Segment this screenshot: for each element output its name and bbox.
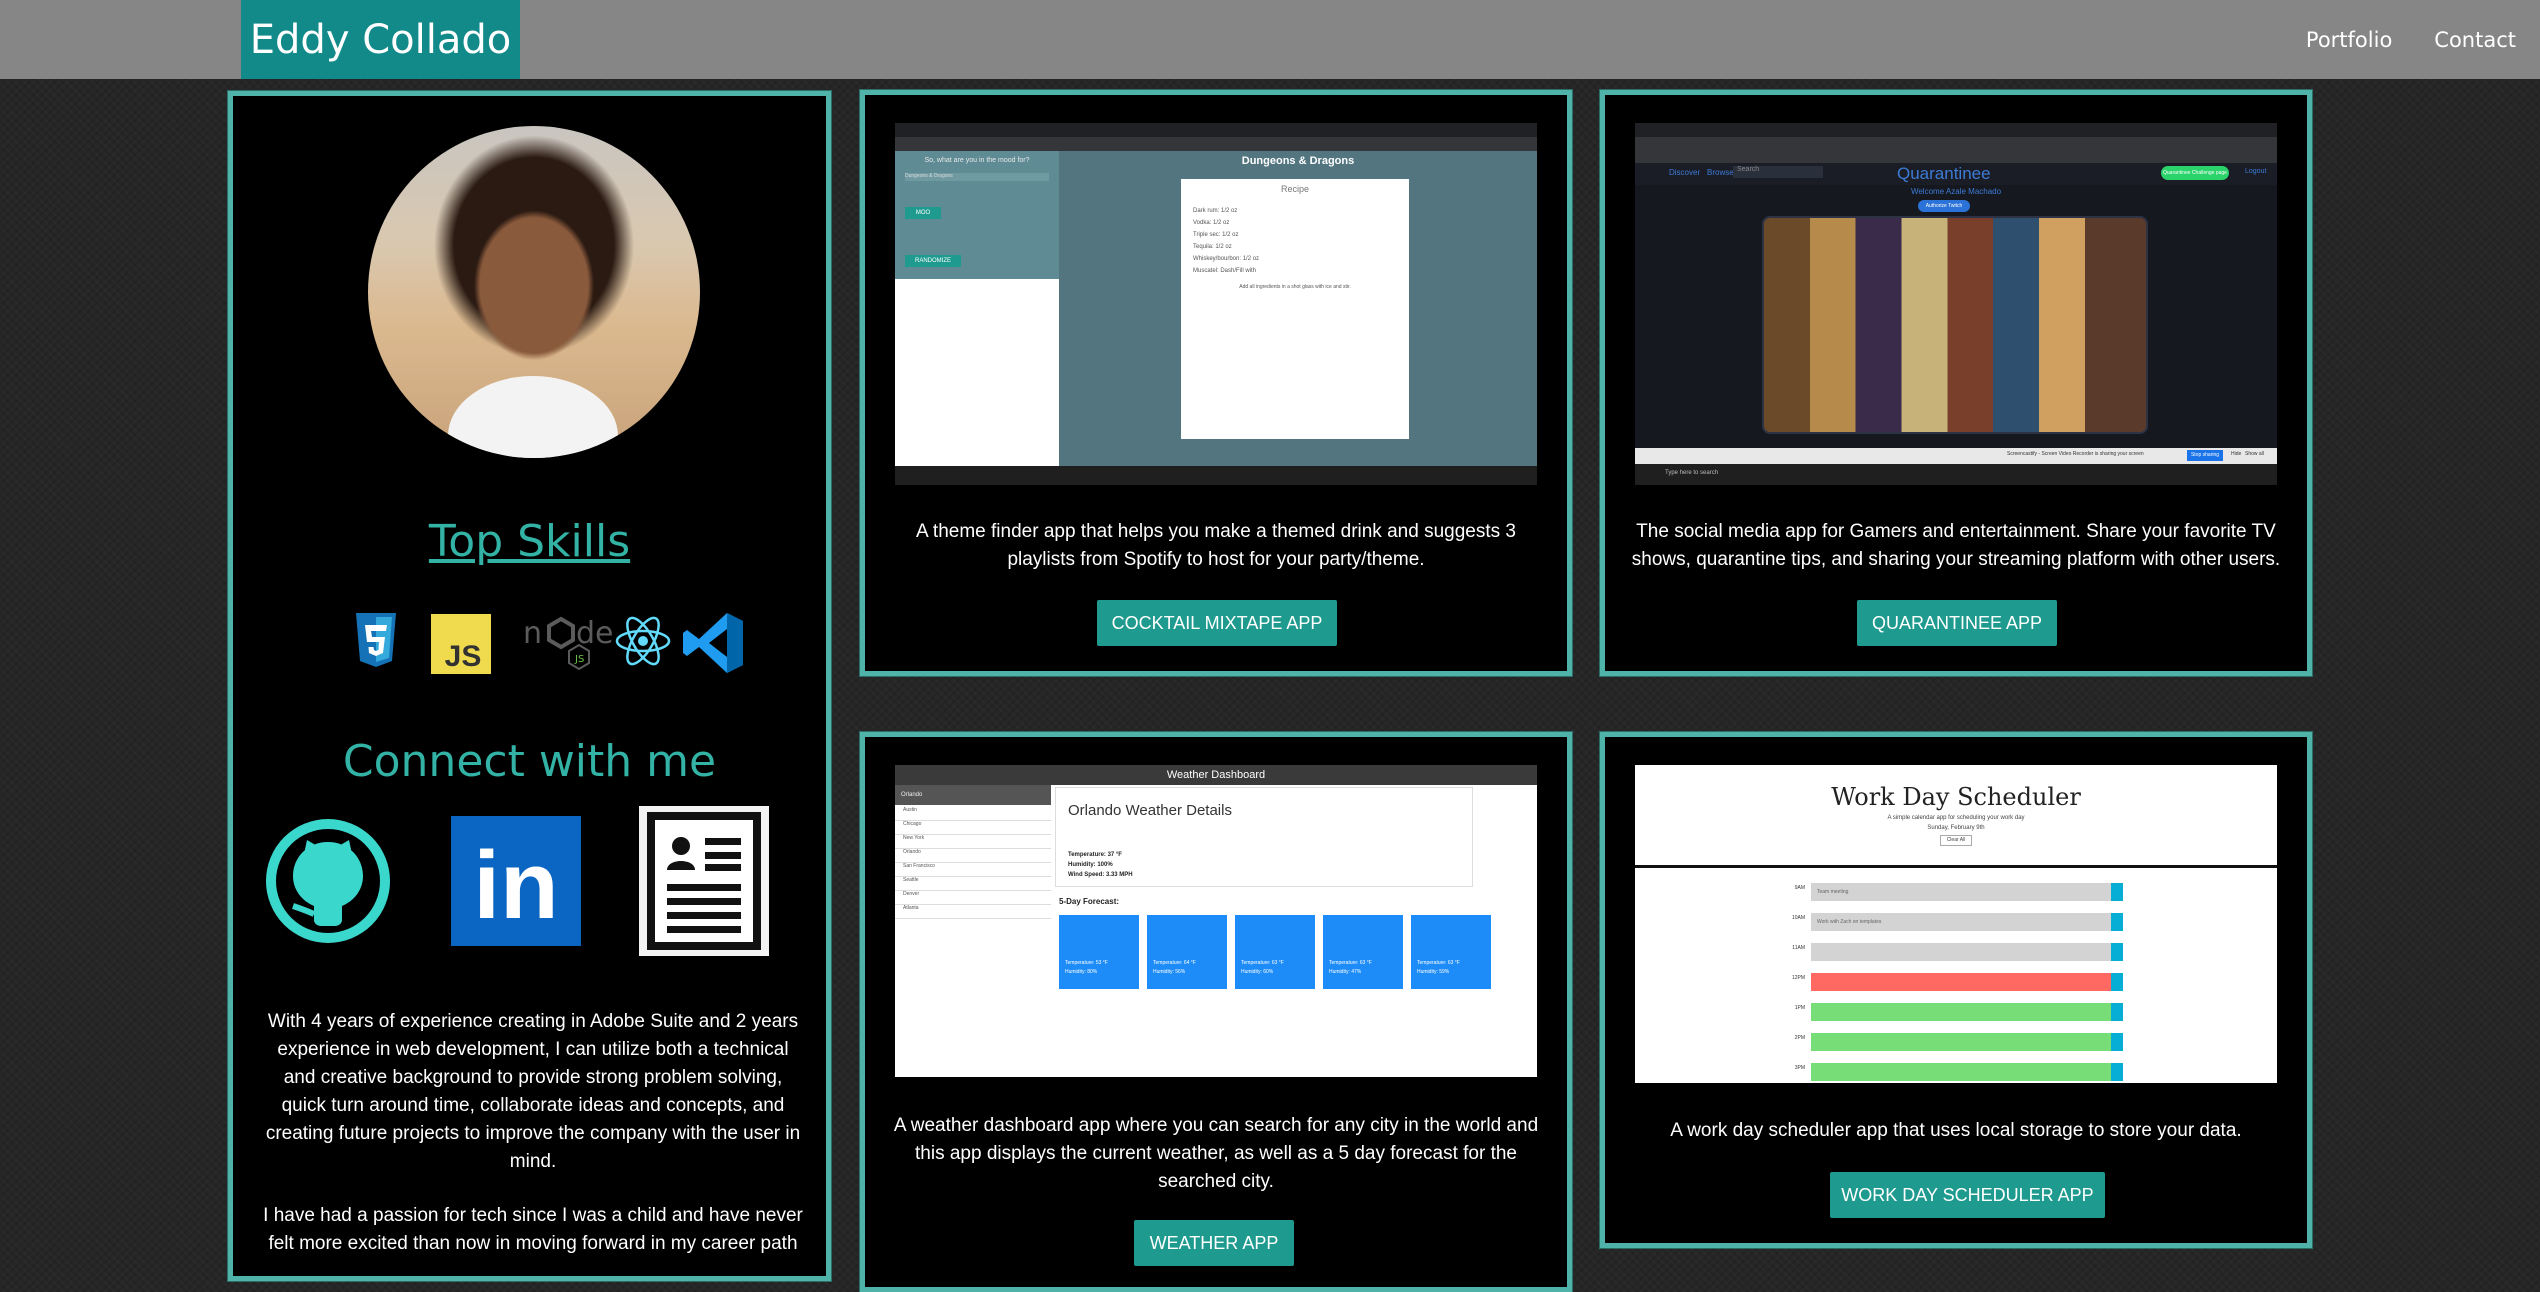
save-button[interactable] [2111, 973, 2123, 991]
bio-paragraph: I have had a passion for tech since I wa… [263, 1205, 803, 1254]
project-description: A work day scheduler app that uses local… [1670, 1120, 2242, 1141]
scheduler-row: 12PM [1785, 973, 2125, 991]
avatar-shirt [448, 376, 618, 458]
screenshot-app-title: Dungeons & Dragons [1241, 155, 1355, 167]
bio-paragraph: With 4 years of experience creating in A… [265, 1011, 801, 1172]
scheduler-hour: 12PM [1791, 975, 1805, 981]
scheduler-row: 9AM Team meeting [1785, 883, 2125, 901]
project-description: A theme finder app that helps you make a… [916, 521, 1516, 570]
quarantinee-app-button[interactable]: Quarantinee App [1857, 600, 2057, 646]
save-button[interactable] [2111, 1063, 2123, 1081]
forecast-card: Temperature: 53 °F Humidity: 80% [1059, 915, 1139, 989]
project-card-weather: Weather Dashboard Orlando Austin Chicago… [860, 732, 1572, 1292]
vscode-icon [683, 613, 743, 673]
resume-icon[interactable] [639, 806, 769, 956]
project-screenshot[interactable]: Weather Dashboard Orlando Austin Chicago… [895, 765, 1537, 1077]
save-button[interactable] [2111, 1003, 2123, 1021]
scheduler-input[interactable] [1811, 1063, 2111, 1081]
save-button[interactable] [2111, 883, 2123, 901]
scheduler-input[interactable] [1811, 973, 2111, 991]
scheduler-input[interactable] [1811, 943, 2111, 961]
navbar: Eddy Collado Portfolio Contact [0, 0, 2540, 79]
cocktail-mixtape-app-button[interactable]: Cocktail Mixtape App [1097, 600, 1337, 646]
svg-text:JS: JS [574, 654, 584, 665]
avatar [368, 126, 700, 458]
scheduler-hour: 1PM [1794, 1005, 1805, 1011]
scheduler-input[interactable]: Work with Zach on templates [1811, 913, 2111, 931]
javascript-label: JS [445, 640, 482, 673]
project-screenshot[interactable]: Work Day Scheduler A simple calendar app… [1635, 765, 2277, 1083]
nodejs-icon: n de JS [523, 616, 613, 671]
scheduler-input[interactable] [1811, 1033, 2111, 1051]
brand-logo[interactable]: Eddy Collado [241, 0, 520, 79]
work-day-scheduler-app-button[interactable]: Work Day Scheduler App [1830, 1172, 2105, 1218]
scheduler-hour: 11AM [1792, 945, 1805, 951]
save-button[interactable] [2111, 913, 2123, 931]
project-card-cocktail: Dungeons & Dragons Recipe Dark rum: 1/2 … [860, 90, 1572, 676]
profile-card: Top Skills JS n de JS Connect with me in… [228, 91, 831, 1281]
scheduler-input[interactable]: Team meeting [1811, 883, 2111, 901]
forecast-card: Temperature: 63 °F Humidity: 47% [1323, 915, 1403, 989]
bio: With 4 years of experience creating in A… [263, 1008, 803, 1276]
media-collage [1762, 216, 2148, 434]
forecast-card: Temperature: 64 °F Humidity: 56% [1147, 915, 1227, 989]
project-card-quarantinee: Discover Browse Search Quarantinee Quara… [1600, 90, 2312, 676]
nav-links: Portfolio Contact [2306, 0, 2540, 79]
react-icon [615, 616, 671, 666]
scheduler-input[interactable] [1811, 1003, 2111, 1021]
save-button[interactable] [2111, 1033, 2123, 1051]
nav-portfolio-link[interactable]: Portfolio [2306, 28, 2392, 52]
project-card-scheduler: Work Day Scheduler A simple calendar app… [1600, 732, 2312, 1248]
scheduler-hour: 3PM [1794, 1065, 1805, 1071]
skill-icons: JS n de JS [313, 611, 753, 681]
linkedin-icon[interactable]: in [451, 806, 581, 956]
linkedin-label: in [473, 832, 558, 939]
svg-text:n: n [523, 616, 542, 651]
scheduler-row: 1PM [1785, 1003, 2125, 1021]
scheduler-row: 10AM Work with Zach on templates [1785, 913, 2125, 931]
weather-app-button[interactable]: Weather App [1134, 1220, 1294, 1266]
connect-title: Connect with me [342, 736, 717, 787]
project-screenshot[interactable]: Discover Browse Search Quarantinee Quara… [1635, 123, 2277, 485]
project-description: The social media app for Gamers and ente… [1631, 521, 2281, 570]
nav-contact-link[interactable]: Contact [2434, 28, 2516, 52]
scheduler-row: 11AM [1785, 943, 2125, 961]
project-screenshot[interactable]: Dungeons & Dragons Recipe Dark rum: 1/2 … [895, 123, 1537, 485]
recipe-modal: Recipe Dark rum: 1/2 oz Vodka: 1/2 oz Tr… [1181, 179, 1409, 439]
javascript-icon: JS [431, 614, 491, 674]
forecast-card: Temperature: 63 °F Humidity: 59% [1411, 915, 1491, 989]
save-button[interactable] [2111, 943, 2123, 961]
forecast-card: Temperature: 63 °F Humidity: 60% [1235, 915, 1315, 989]
css3-icon [356, 613, 396, 667]
github-icon[interactable] [263, 806, 393, 956]
scheduler-hour: 2PM [1794, 1035, 1805, 1041]
scheduler-hour: 10AM [1791, 915, 1805, 921]
skills-title[interactable]: Top Skills [233, 516, 826, 567]
scheduler-row: 2PM [1785, 1033, 2125, 1051]
scheduler-row: 3PM [1785, 1063, 2125, 1081]
project-description: A weather dashboard app where you can se… [893, 1115, 1539, 1192]
scheduler-hour: 9AM [1794, 885, 1805, 891]
